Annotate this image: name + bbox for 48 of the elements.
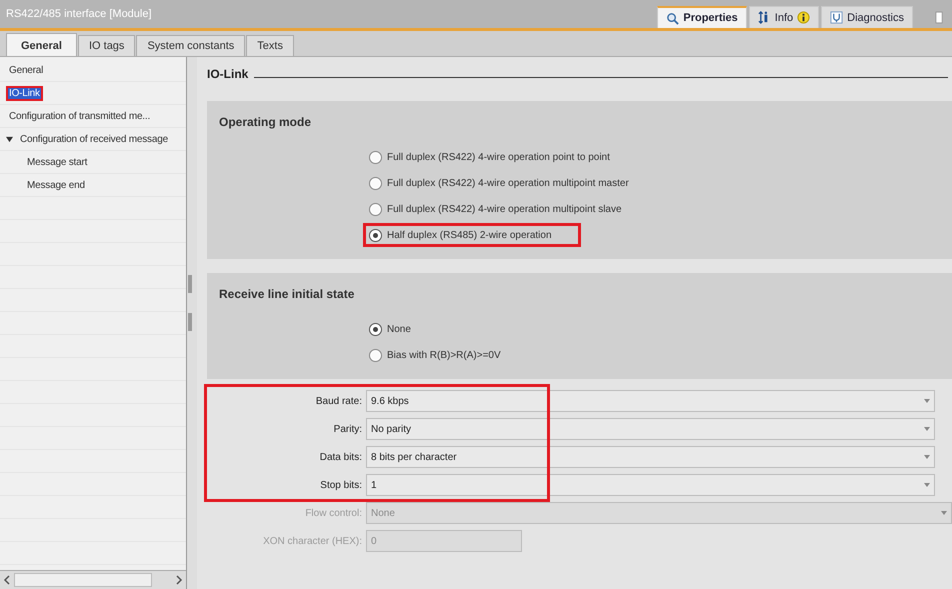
field-label: Baud rate:: [314, 396, 362, 406]
horizontal-scrollbar[interactable]: [0, 570, 186, 589]
radio-button[interactable]: [369, 228, 382, 242]
tab[interactable]: Texts: [246, 35, 294, 56]
inspector-tab[interactable]: Info: [748, 6, 820, 28]
info-icon: [797, 11, 810, 24]
magnifier-icon: [666, 12, 680, 24]
nav-item[interactable]: Configuration of received message: [17, 132, 171, 146]
tab[interactable]: System constants: [136, 35, 246, 56]
inspector-tab[interactable]: Properties: [657, 6, 747, 28]
radio-label[interactable]: Full duplex (RS422) 4-wire operation multipoint slave: [387, 200, 622, 218]
radio-label[interactable]: None: [387, 320, 411, 338]
window-title: RS422/485 interface [Module]: [6, 8, 152, 20]
field-label: Stop bits:: [319, 480, 362, 490]
section-heading: IO-Link: [207, 67, 248, 81]
nav-item[interactable]: Configuration of transmitted me...: [6, 108, 154, 124]
radio-button[interactable]: [369, 150, 382, 164]
panel-title: Receive line initial state: [219, 287, 356, 301]
scroll-right-icon[interactable]: [175, 575, 183, 585]
field-label: Parity:: [332, 424, 362, 434]
dropdown[interactable]: 9.6 kbps: [366, 390, 935, 412]
inspector-tab[interactable]: Diagnostics: [821, 6, 913, 28]
radio-button[interactable]: [369, 176, 382, 190]
panel-title: Operating mode: [219, 115, 312, 129]
scroll-left-icon[interactable]: [3, 575, 11, 585]
dropdown[interactable]: 1: [366, 474, 935, 496]
dropdown[interactable]: No parity: [366, 418, 935, 440]
nav-item[interactable]: General: [6, 62, 46, 78]
collapse-handle[interactable]: [188, 275, 192, 293]
radio-label[interactable]: Bias with R(B)>R(A)>=0V: [387, 346, 501, 364]
expand-triangle-icon[interactable]: [6, 136, 13, 142]
field-label: XON character (HEX):: [262, 536, 362, 546]
radio-button[interactable]: [369, 348, 382, 362]
field-label: Flow control:: [304, 508, 362, 518]
tab[interactable]: General: [6, 33, 77, 56]
nav-item[interactable]: IO-Link: [6, 86, 43, 100]
expand-handle[interactable]: [188, 313, 192, 331]
pin-icon[interactable]: [935, 11, 944, 24]
radio-button[interactable]: [369, 322, 382, 336]
dropdown[interactable]: 8 bits per character: [366, 446, 935, 468]
field-label: Data bits:: [318, 452, 362, 462]
nav-item[interactable]: Message start: [24, 154, 90, 170]
radio-label[interactable]: Full duplex (RS422) 4-wire operation point to point: [387, 148, 610, 166]
radio-button[interactable]: [369, 202, 382, 216]
tab[interactable]: IO tags: [78, 35, 136, 56]
radio-label[interactable]: Full duplex (RS422) 4-wire operation multipoint master: [387, 174, 629, 192]
nav-item[interactable]: Message end: [24, 178, 88, 192]
diagnostics-icon: [830, 11, 844, 24]
